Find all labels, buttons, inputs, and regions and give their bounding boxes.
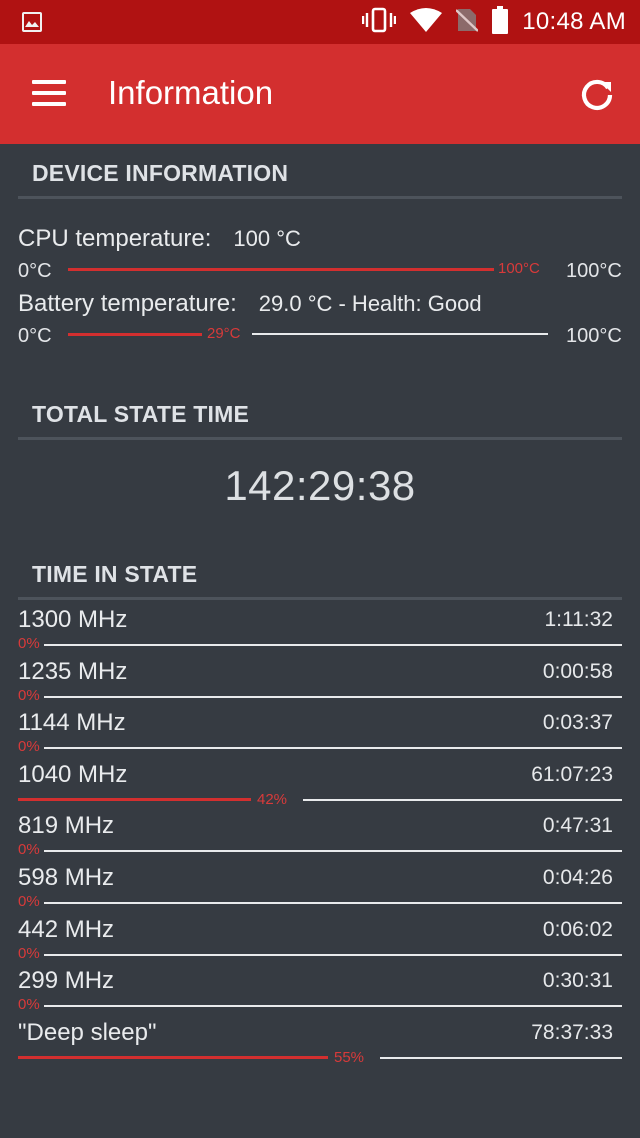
state-frequency: "Deep sleep" xyxy=(18,1019,157,1046)
time-in-state-row: 1144 MHz 0:03:37 0% xyxy=(0,707,640,759)
state-bar-fill xyxy=(18,1056,328,1059)
state-frequency: 1144 MHz xyxy=(18,709,126,736)
time-in-state-row: 819 MHz 0:47:31 0% xyxy=(0,810,640,862)
state-frequency: 1040 MHz xyxy=(18,761,128,788)
total-state-time-value: 142:29:38 xyxy=(224,462,416,509)
divider xyxy=(18,196,622,199)
cpu-bar-label: 100°C xyxy=(498,260,540,277)
state-time: 0:04:26 xyxy=(542,866,613,889)
menu-icon[interactable] xyxy=(30,80,68,108)
state-frequency: 1235 MHz xyxy=(18,658,128,685)
battery-min-label: 0°C xyxy=(18,325,52,347)
cpu-temperature-value: 100 °C xyxy=(233,226,301,251)
time-in-state-row: "Deep sleep" 78:37:33 55% xyxy=(0,1017,640,1069)
cpu-temperature-label: CPU temperature: xyxy=(18,225,212,252)
section-header-time-in-state: TIME IN STATE xyxy=(32,561,198,587)
cpu-temperature-bar xyxy=(68,268,494,271)
cpu-temperature-row: CPU temperature: 100 °C xyxy=(18,225,301,253)
state-percent: 0% xyxy=(18,738,40,755)
state-percent: 0% xyxy=(18,635,40,652)
state-bar-track xyxy=(44,902,622,904)
state-bar-track xyxy=(44,696,622,698)
state-bar-track xyxy=(380,1057,622,1059)
state-percent: 0% xyxy=(18,945,40,962)
time-in-state-row: 1235 MHz 0:00:58 0% xyxy=(0,656,640,708)
time-in-state-row: 442 MHz 0:06:02 0% xyxy=(0,914,640,966)
state-bar-track xyxy=(44,850,622,852)
section-header-device-information: DEVICE INFORMATION xyxy=(32,160,289,186)
page-title: Information xyxy=(108,74,274,111)
state-time: 1:11:32 xyxy=(544,608,613,631)
state-frequency: 598 MHz xyxy=(18,864,115,891)
state-bar-track xyxy=(303,799,622,801)
battery-bar-track xyxy=(252,333,548,335)
state-time: 0:30:31 xyxy=(542,969,613,992)
status-clock: 10:48 AM xyxy=(522,8,626,35)
battery-icon xyxy=(492,5,509,39)
battery-temperature-value: 29.0 °C - Health: Good xyxy=(258,291,482,316)
time-in-state-row: 1040 MHz 61:07:23 42% xyxy=(0,759,640,811)
state-time: 61:07:23 xyxy=(531,763,613,786)
state-percent: 0% xyxy=(18,893,40,910)
time-in-state-row: 299 MHz 0:30:31 0% xyxy=(0,965,640,1017)
battery-max-label: 100°C xyxy=(566,325,622,347)
state-bar-track xyxy=(44,954,622,956)
battery-temperature-row: Battery temperature: 29.0 °C - Health: Go… xyxy=(18,290,482,318)
state-bar-fill xyxy=(18,798,251,801)
state-bar-track xyxy=(44,747,622,749)
state-frequency: 299 MHz xyxy=(18,967,115,994)
refresh-icon[interactable] xyxy=(578,76,616,114)
state-frequency: 1300 MHz xyxy=(18,606,128,633)
cpu-min-label: 0°C xyxy=(18,260,52,282)
state-percent: 55% xyxy=(334,1049,365,1066)
state-frequency: 819 MHz xyxy=(18,812,115,839)
battery-bar-label: 29°C xyxy=(207,325,241,342)
app-bar: Information xyxy=(0,44,640,144)
cpu-max-label: 100°C xyxy=(566,260,622,282)
state-time: 0:03:37 xyxy=(542,711,613,734)
state-time: 0:06:02 xyxy=(542,918,613,941)
status-bar: 10:48 AM xyxy=(0,0,640,44)
state-time: 78:37:33 xyxy=(531,1021,613,1044)
state-percent: 0% xyxy=(18,841,40,858)
state-time: 0:00:58 xyxy=(542,660,613,683)
state-bar-track xyxy=(44,644,622,646)
time-in-state-row: 598 MHz 0:04:26 0% xyxy=(0,862,640,914)
state-time: 0:47:31 xyxy=(542,814,613,837)
battery-temperature-bar xyxy=(68,333,202,336)
divider xyxy=(18,437,622,440)
state-percent: 0% xyxy=(18,687,40,704)
state-bar-track xyxy=(44,1005,622,1007)
state-percent: 42% xyxy=(257,791,288,808)
state-percent: 0% xyxy=(18,996,40,1013)
divider xyxy=(18,597,622,600)
state-frequency: 442 MHz xyxy=(18,916,115,943)
gallery-icon xyxy=(22,12,42,32)
time-in-state-row: 1300 MHz 1:11:32 0% xyxy=(0,604,640,656)
battery-temperature-label: Battery temperature: xyxy=(18,290,237,317)
vibrate-icon xyxy=(361,7,397,38)
section-header-total-state-time: TOTAL STATE TIME xyxy=(32,401,250,427)
no-sim-icon xyxy=(455,7,480,38)
wifi-icon xyxy=(410,7,443,38)
